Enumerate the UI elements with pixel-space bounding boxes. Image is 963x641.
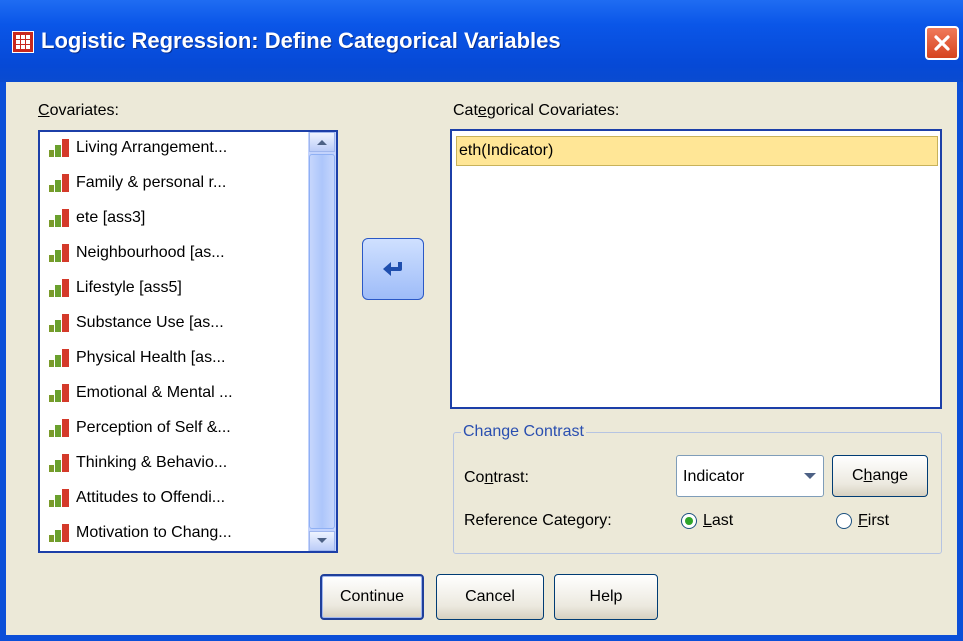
list-item-label: Motivation to Chang... — [76, 524, 232, 541]
list-item[interactable]: ete [ass3] — [48, 204, 145, 232]
close-button[interactable] — [925, 26, 959, 60]
help-button[interactable]: Help — [554, 574, 658, 620]
spss-table-icon — [12, 31, 34, 53]
list-item[interactable]: Motivation to Chang... — [48, 519, 232, 547]
ordinal-measure-icon — [48, 383, 70, 403]
list-item-label: ete [ass3] — [76, 209, 146, 226]
continue-button[interactable]: Continue — [320, 574, 424, 620]
list-item-label: Substance Use [as... — [76, 314, 224, 331]
arrow-up-icon — [317, 140, 327, 145]
move-left-arrow-icon — [383, 262, 402, 276]
change-button[interactable]: Ch ange — [832, 455, 928, 497]
contrast-dropdown-value: Indicator — [683, 468, 745, 485]
window-title: Logistic Regression: Define Categorical … — [41, 28, 561, 53]
ordinal-measure-icon — [48, 418, 70, 438]
list-item-label: Lifestyle [ass5] — [76, 279, 182, 296]
chevron-down-icon — [804, 473, 816, 479]
covariates-label: Covariates: — [38, 102, 119, 119]
list-item[interactable]: Family & personal r... — [48, 169, 226, 197]
list-item-label: Physical Health [as... — [76, 349, 226, 366]
radio-circle-selected — [681, 513, 697, 529]
list-item[interactable]: Emotional & Mental ... — [48, 379, 233, 407]
list-item-label: Neighbourhood [as... — [76, 244, 225, 261]
scroll-up-button[interactable] — [309, 132, 335, 152]
ordinal-measure-icon — [48, 348, 70, 368]
dialog-window: Logistic Regression: Define Categorical … — [0, 0, 963, 641]
ordinal-measure-icon — [48, 173, 70, 193]
covariates-scrollbar[interactable] — [308, 132, 336, 551]
ordinal-measure-icon — [48, 488, 70, 508]
scroll-down-button[interactable] — [309, 531, 335, 551]
reference-category-label: Reference Category: — [464, 512, 612, 529]
list-item[interactable]: Substance Use [as... — [48, 309, 224, 337]
scroll-thumb[interactable] — [309, 154, 335, 529]
ordinal-measure-icon — [48, 138, 70, 158]
list-item[interactable]: Lifestyle [ass5] — [48, 274, 182, 302]
move-variable-button[interactable] — [362, 238, 424, 300]
list-item[interactable]: Perception of Self &... — [48, 414, 231, 442]
radio-circle — [836, 513, 852, 529]
ordinal-measure-icon — [48, 278, 70, 298]
list-item[interactable]: eth(Indicator) — [456, 136, 938, 166]
close-icon — [934, 35, 950, 51]
categorical-covariates-list[interactable]: eth(Indicator) — [450, 129, 942, 409]
contrast-dropdown[interactable]: Indicator — [676, 455, 824, 497]
list-item[interactable]: Neighbourhood [as... — [48, 239, 225, 267]
title-bar[interactable]: Logistic Regression: Define Categorical … — [0, 0, 963, 82]
list-item[interactable]: Attitudes to Offendi... — [48, 484, 225, 512]
cancel-button[interactable]: Cancel — [436, 574, 544, 620]
change-contrast-legend: Change Contrast — [461, 423, 586, 441]
arrow-down-icon — [317, 538, 327, 543]
categorical-covariates-label: Categorical Covariates: — [453, 102, 620, 119]
contrast-label: Contrast: — [464, 469, 529, 486]
ordinal-measure-icon — [48, 453, 70, 473]
list-item-label: Living Arrangement... — [76, 139, 228, 156]
list-item-label: Family & personal r... — [76, 174, 227, 191]
dialog-body: Covariates: Living Arrangement... Family … — [6, 82, 957, 635]
list-item[interactable]: Thinking & Behavio... — [48, 449, 227, 477]
list-item-label: Thinking & Behavio... — [76, 454, 228, 471]
list-item-label: Emotional & Mental ... — [76, 384, 233, 401]
ordinal-measure-icon — [48, 523, 70, 543]
list-item[interactable]: Physical Health [as... — [48, 344, 225, 372]
list-item-label: Attitudes to Offendi... — [76, 489, 226, 506]
list-item-label: Perception of Self &... — [76, 419, 231, 436]
ordinal-measure-icon — [48, 313, 70, 333]
list-item[interactable]: Living Arrangement... — [48, 134, 227, 162]
covariates-list[interactable]: Living Arrangement... Family & personal r… — [38, 130, 338, 553]
radio-last[interactable]: Last — [681, 512, 733, 530]
radio-first[interactable]: First — [836, 512, 889, 530]
ordinal-measure-icon — [48, 243, 70, 263]
ordinal-measure-icon — [48, 208, 70, 228]
